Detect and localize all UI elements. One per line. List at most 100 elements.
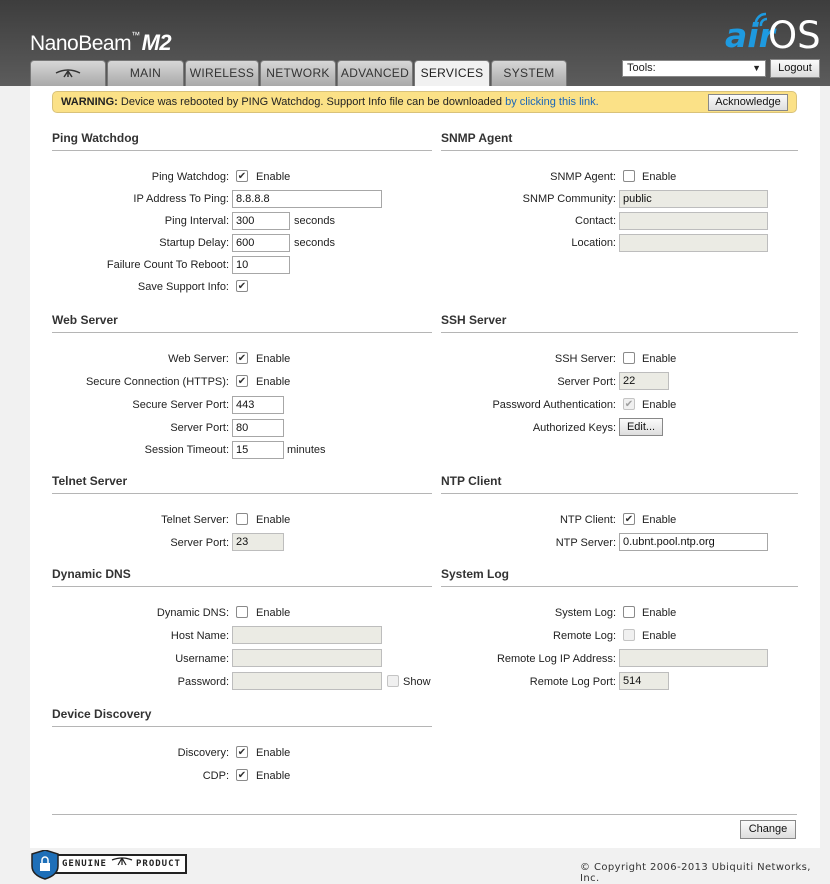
ssh-server-enable-text: Enable [642, 353, 677, 365]
tools-select-value: Tools: [627, 62, 656, 74]
telnet-port-input[interactable]: 23 [232, 533, 284, 551]
section-ping-watchdog: Ping Watchdog [52, 131, 432, 151]
tab-advanced[interactable]: ADVANCED [337, 60, 413, 86]
save-support-checkbox[interactable] [236, 280, 248, 292]
snmp-agent-enable-text: Enable [642, 171, 677, 183]
snmp-community-label: SNMP Community: [522, 193, 616, 205]
ntp-server-input[interactable]: 0.ubnt.pool.ntp.org [619, 533, 768, 551]
snmp-community-input[interactable]: public [619, 190, 768, 208]
airos-logo: air OS [722, 8, 822, 57]
ping-interval-input[interactable]: 300 [232, 212, 290, 230]
discovery-checkbox[interactable] [236, 746, 248, 758]
remote-log-ip-input[interactable] [619, 649, 768, 667]
snmp-contact-input[interactable] [619, 212, 768, 230]
tab-services[interactable]: SERVICES [414, 60, 490, 87]
password-auth-label: Password Authentication: [492, 399, 616, 411]
https-label: Secure Connection (HTTPS): [85, 376, 229, 388]
session-timeout-label: Session Timeout: [144, 444, 229, 456]
ntp-client-checkbox[interactable] [623, 513, 635, 525]
startup-delay-input[interactable]: 600 [232, 234, 290, 252]
ddns-password-input[interactable] [232, 672, 382, 690]
tab-network[interactable]: NETWORK [260, 60, 336, 86]
logout-button[interactable]: Logout [770, 59, 820, 78]
copyright-text: © Copyright 2006-2013 Ubiquiti Networks,… [580, 862, 811, 884]
ubiquiti-logo-icon [55, 69, 81, 78]
cdp-checkbox[interactable] [236, 769, 248, 781]
ssh-port-label: Server Port: [557, 376, 616, 388]
password-auth-checkbox[interactable] [623, 398, 635, 410]
secure-port-input[interactable]: 443 [232, 396, 284, 414]
ssh-port-input[interactable]: 22 [619, 372, 669, 390]
snmp-location-input[interactable] [619, 234, 768, 252]
web-port-input[interactable]: 80 [232, 419, 284, 437]
remote-log-label: Remote Log: [553, 630, 616, 642]
failure-count-label: Failure Count To Reboot: [106, 259, 229, 271]
section-system-log: System Log [441, 567, 798, 587]
secure-port-label: Secure Server Port: [132, 399, 229, 411]
web-server-checkbox[interactable] [236, 352, 248, 364]
support-info-link[interactable]: by clicking this link. [505, 96, 599, 108]
section-device-discovery: Device Discovery [52, 707, 432, 727]
section-ssh-server: SSH Server [441, 313, 798, 333]
tab-wireless-label: WIRELESS [189, 66, 255, 80]
chevron-down-icon: ▼ [752, 63, 761, 73]
snmp-agent-checkbox[interactable] [623, 170, 635, 182]
tab-advanced-label: ADVANCED [340, 66, 410, 80]
section-telnet-server: Telnet Server [52, 474, 432, 494]
tab-logo[interactable] [30, 60, 106, 86]
ddns-host-label: Host Name: [170, 630, 229, 642]
ping-watchdog-checkbox[interactable] [236, 170, 248, 182]
telnet-server-label: Telnet Server: [161, 514, 229, 526]
discovery-label: Discovery: [177, 747, 229, 759]
web-port-label: Server Port: [170, 422, 229, 434]
tab-network-label: NETWORK [266, 66, 330, 80]
telnet-server-enable-text: Enable [256, 514, 291, 526]
bottom-divider [52, 814, 797, 815]
tab-wireless[interactable]: WIRELESS [185, 60, 259, 86]
tab-main[interactable]: MAIN [107, 60, 184, 86]
trademark: ™ [131, 30, 140, 40]
ping-interval-unit: seconds [294, 215, 335, 227]
product-model: M2 [141, 30, 172, 55]
services-panel: WARNING: Device was rebooted by PING Wat… [30, 86, 820, 848]
tab-system[interactable]: SYSTEM [491, 60, 567, 86]
ping-ip-input[interactable]: 8.8.8.8 [232, 190, 382, 208]
snmp-contact-label: Contact: [575, 215, 616, 227]
ntp-client-enable-text: Enable [642, 514, 677, 526]
https-checkbox[interactable] [236, 375, 248, 387]
web-server-label: Web Server: [168, 353, 229, 365]
section-web-server: Web Server [52, 313, 432, 333]
tools-select[interactable]: Tools: ▼ [622, 60, 766, 77]
https-enable-text: Enable [256, 376, 291, 388]
remote-log-port-input[interactable]: 514 [619, 672, 669, 690]
remote-log-enable-text: Enable [642, 630, 677, 642]
product-name: NanoBeam™M2 [30, 30, 172, 56]
product-brand: NanoBeam [30, 32, 132, 55]
system-log-enable-text: Enable [642, 607, 677, 619]
system-log-checkbox[interactable] [623, 606, 635, 618]
dynamic-dns-checkbox[interactable] [236, 606, 248, 618]
telnet-port-label: Server Port: [170, 537, 229, 549]
failure-count-input[interactable]: 10 [232, 256, 290, 274]
ping-watchdog-enable-text: Enable [256, 171, 291, 183]
warning-message: Device was rebooted by PING Watchdog. Su… [117, 96, 506, 108]
ddns-show-password-checkbox[interactable] [387, 675, 399, 687]
ddns-host-input[interactable] [232, 626, 382, 644]
authorized-keys-edit-button[interactable]: Edit... [619, 418, 663, 436]
discovery-enable-text: Enable [256, 747, 291, 759]
acknowledge-button[interactable]: Acknowledge [708, 94, 788, 111]
ping-ip-label: IP Address To Ping: [133, 193, 229, 205]
telnet-server-checkbox[interactable] [236, 513, 248, 525]
section-dynamic-dns: Dynamic DNS [52, 567, 432, 587]
change-button[interactable]: Change [740, 820, 796, 839]
cdp-label: CDP: [202, 770, 229, 782]
authorized-keys-label: Authorized Keys: [532, 422, 616, 434]
ssh-server-checkbox[interactable] [623, 352, 635, 364]
password-auth-enable-text: Enable [642, 399, 677, 411]
tab-system-label: SYSTEM [503, 66, 555, 80]
ping-interval-label: Ping Interval: [164, 215, 229, 227]
ddns-username-input[interactable] [232, 649, 382, 667]
remote-log-checkbox[interactable] [623, 629, 635, 641]
ntp-client-label: NTP Client: [559, 514, 616, 526]
session-timeout-input[interactable]: 15 [232, 441, 284, 459]
